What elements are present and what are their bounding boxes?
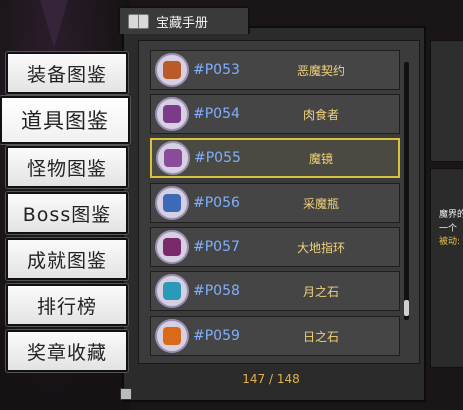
collection-counter: 147 / 148 — [242, 372, 300, 386]
carnivore-icon — [155, 97, 189, 131]
item-code: #P056 — [193, 195, 240, 211]
scrollbar-track[interactable] — [404, 62, 409, 320]
list-item[interactable]: #P053 恶魔契约 — [150, 50, 400, 90]
item-code: #P054 — [193, 106, 240, 122]
item-name: 恶魔契约 — [296, 63, 345, 78]
magic-mirror-icon — [156, 141, 190, 175]
list-item-selected[interactable]: #P055 魔镜 — [150, 138, 400, 178]
item-code: #P059 — [193, 328, 240, 344]
sunstone-icon — [155, 319, 189, 353]
book-icon — [128, 14, 149, 29]
tab-label: 成就图鉴 — [26, 249, 107, 272]
tab-boss-codex[interactable]: Boss图鉴 — [6, 192, 128, 234]
item-name: 大地指环 — [296, 240, 345, 255]
tab-equipment-codex[interactable]: 装备图鉴 — [6, 52, 128, 94]
tab-label: Boss图鉴 — [22, 203, 112, 226]
tab-label: 装备图鉴 — [26, 63, 107, 86]
demon-contract-icon — [155, 53, 189, 87]
item-code: #P055 — [194, 150, 241, 166]
crystal-decoration — [40, 0, 68, 48]
detail-text: 魔界的 — [439, 210, 463, 220]
tab-monster-codex[interactable]: 怪物图鉴 — [6, 146, 128, 188]
tab-medal-collection[interactable]: 奖章收藏 — [6, 330, 128, 372]
detail-passive-label: 被动: — [439, 237, 461, 247]
list-item[interactable]: #P058 月之石 — [150, 271, 400, 311]
item-name: 日之石 — [302, 329, 339, 344]
tab-label: 奖章收藏 — [26, 341, 107, 364]
moonstone-icon — [155, 274, 189, 308]
list-item[interactable]: #P057 大地指环 — [150, 227, 400, 267]
tab-item-codex[interactable]: 道具图鉴 — [0, 96, 130, 144]
item-name: 月之石 — [302, 284, 339, 299]
earth-ring-icon — [155, 230, 189, 264]
tab-achievement-codex[interactable]: 成就图鉴 — [6, 238, 128, 280]
magic-bottle-icon — [155, 186, 189, 220]
tab-leaderboard[interactable]: 排行榜 — [6, 284, 128, 326]
list-item[interactable]: #P054 肉食者 — [150, 94, 400, 134]
item-name: 肉食者 — [302, 107, 339, 122]
tab-label: 怪物图鉴 — [26, 157, 107, 180]
scrollbar-thumb[interactable] — [404, 300, 409, 316]
item-code: #P058 — [193, 283, 240, 299]
item-name: 采魔瓶 — [302, 196, 339, 211]
corner-icon — [120, 388, 132, 400]
item-code: #P057 — [193, 239, 240, 255]
tab-label: 排行榜 — [36, 295, 97, 318]
list-item[interactable]: #P059 日之石 — [150, 316, 400, 356]
list-item[interactable]: #P056 采魔瓶 — [150, 183, 400, 223]
panel-title-tab: 宝藏手册 — [118, 6, 250, 34]
item-preview-panel — [430, 40, 463, 162]
item-code: #P053 — [193, 62, 240, 78]
detail-text: 一个 — [439, 224, 458, 234]
item-detail-panel: 魔界的 一个 被动: — [430, 168, 463, 368]
item-name: 魔镜 — [308, 151, 333, 166]
panel-title: 宝藏手册 — [156, 15, 209, 31]
tab-label: 道具图鉴 — [21, 109, 109, 133]
